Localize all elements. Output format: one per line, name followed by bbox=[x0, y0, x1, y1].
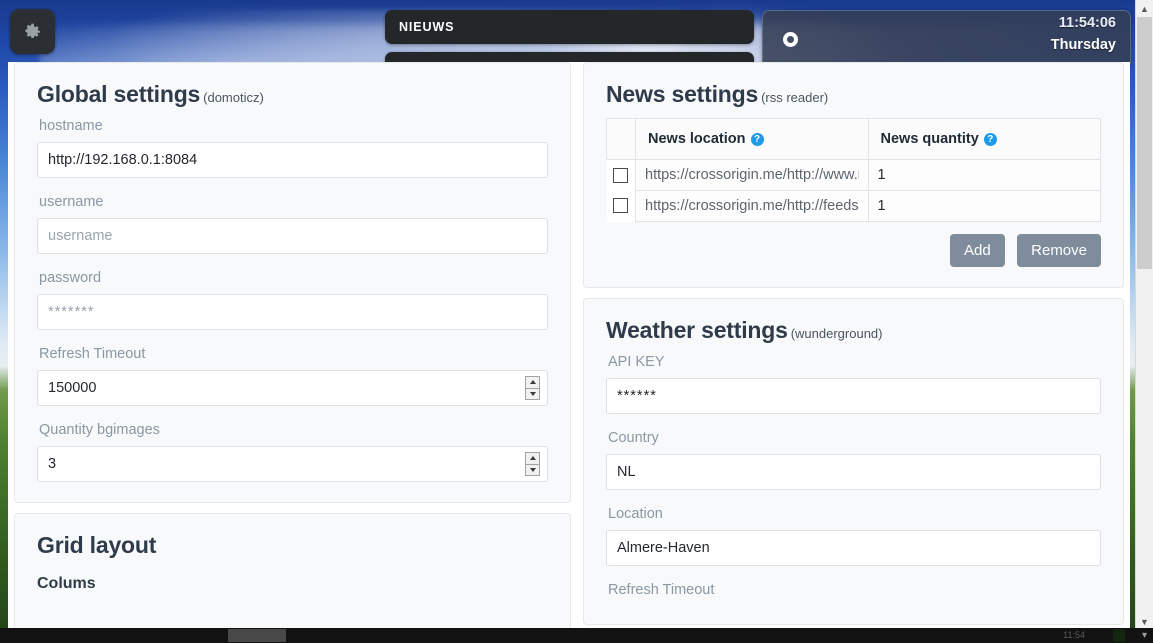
username-label: username bbox=[39, 194, 104, 210]
clock-widget[interactable]: 11:54:06 Thursday bbox=[762, 10, 1131, 68]
vertical-scrollbar[interactable]: ▲ ▼ bbox=[1135, 0, 1153, 630]
row-checkbox[interactable] bbox=[613, 167, 629, 183]
clock-day: Thursday bbox=[1050, 37, 1116, 53]
refresh-timeout-spinner[interactable] bbox=[525, 376, 540, 400]
news-location-header-text: News location bbox=[648, 131, 746, 147]
horizontal-scrollbar-thumb[interactable] bbox=[228, 629, 286, 642]
password-input[interactable] bbox=[37, 294, 548, 330]
row-checkbox[interactable] bbox=[613, 198, 629, 214]
vertical-scrollbar-thumb[interactable] bbox=[1137, 17, 1152, 269]
grid-layout-card: Grid layout Colums bbox=[14, 513, 571, 630]
news-quantity-header-text: News quantity bbox=[880, 131, 979, 147]
circle-ring-icon bbox=[783, 32, 798, 47]
news-widget-label: NIEUWS bbox=[399, 20, 455, 34]
weather-refresh-timeout-label: Refresh Timeout bbox=[608, 582, 715, 598]
news-location-cell[interactable] bbox=[635, 190, 869, 222]
quantity-bgimages-label: Quantity bgimages bbox=[39, 422, 160, 438]
location-label: Location bbox=[608, 506, 663, 522]
api-key-input[interactable] bbox=[606, 378, 1101, 414]
tray-indicator bbox=[1113, 629, 1125, 642]
taskbar-clock: 11:54 bbox=[1063, 630, 1085, 640]
add-button[interactable]: Add bbox=[949, 234, 1005, 267]
global-settings-title-text: Global settings bbox=[37, 81, 201, 107]
news-widget-tile[interactable]: NIEUWS bbox=[385, 10, 754, 44]
news-settings-title-text: News settings bbox=[606, 81, 759, 107]
row-select-cell[interactable] bbox=[606, 190, 636, 222]
news-quantity-input[interactable] bbox=[868, 160, 1100, 190]
password-label: password bbox=[39, 270, 102, 286]
table-row bbox=[606, 190, 1101, 222]
spinner-down-icon[interactable] bbox=[525, 387, 540, 400]
news-location-header: News location? bbox=[635, 118, 869, 160]
clock-time: 11:54:06 bbox=[1058, 15, 1116, 31]
table-row bbox=[606, 159, 1101, 191]
settings-overlay: Global settings(domoticz) hostname usern… bbox=[8, 62, 1130, 630]
global-settings-card: Global settings(domoticz) hostname usern… bbox=[14, 62, 571, 503]
scroll-up-arrow-icon[interactable]: ▲ bbox=[1136, 0, 1153, 17]
help-icon[interactable]: ? bbox=[750, 133, 764, 146]
gear-icon bbox=[24, 23, 40, 38]
refresh-timeout-stepper[interactable] bbox=[37, 370, 548, 406]
weather-settings-title-text: Weather settings bbox=[606, 317, 788, 343]
news-location-cell[interactable] bbox=[635, 159, 869, 191]
country-label: Country bbox=[608, 430, 659, 446]
quantity-bgimages-input[interactable] bbox=[37, 446, 548, 482]
news-table-body bbox=[606, 159, 1101, 222]
columns-label: Colums bbox=[37, 575, 96, 592]
news-table-head: News location? News quantity? bbox=[606, 118, 1101, 160]
quantity-bgimages-spinner[interactable] bbox=[525, 452, 540, 476]
refresh-timeout-input[interactable] bbox=[37, 370, 548, 406]
hostname-input[interactable] bbox=[37, 142, 548, 178]
refresh-timeout-label: Refresh Timeout bbox=[39, 346, 146, 362]
news-table-select-header bbox=[606, 118, 636, 160]
settings-column-right: News settings (rss reader) News location?… bbox=[583, 62, 1124, 630]
location-input[interactable] bbox=[606, 530, 1101, 566]
news-quantity-cell[interactable] bbox=[867, 190, 1101, 222]
news-settings-title: News settings (rss reader) bbox=[606, 81, 1101, 108]
news-table-header-row: News location? News quantity? bbox=[606, 118, 1101, 160]
news-settings-card: News settings (rss reader) News location?… bbox=[583, 62, 1124, 288]
global-settings-title: Global settings (domoticz) bbox=[37, 81, 548, 108]
news-location-input[interactable] bbox=[636, 191, 868, 221]
news-settings-subtitle: (rss reader) bbox=[761, 90, 829, 105]
remove-button[interactable]: Remove bbox=[1017, 234, 1101, 267]
hostname-label: hostname bbox=[39, 118, 103, 134]
spinner-up-icon[interactable] bbox=[525, 376, 540, 388]
taskbar[interactable]: 11:54 ▾ bbox=[0, 628, 1153, 643]
settings-column-left: Global settings(domoticz) hostname usern… bbox=[14, 62, 571, 630]
news-locations-table: News location? News quantity? bbox=[606, 118, 1101, 222]
row-select-cell[interactable] bbox=[606, 159, 636, 191]
news-quantity-header: News quantity? bbox=[867, 118, 1101, 160]
settings-gear-button[interactable] bbox=[10, 9, 55, 54]
weather-settings-card: Weather settings(wunderground) API KEY C… bbox=[583, 298, 1124, 625]
global-settings-subtitle: (domoticz) bbox=[203, 90, 264, 105]
grid-layout-title: Grid layout bbox=[37, 532, 157, 558]
api-key-label: API KEY bbox=[608, 354, 665, 370]
username-input[interactable] bbox=[37, 218, 548, 254]
weather-settings-subtitle: (wunderground) bbox=[790, 326, 883, 341]
country-input[interactable] bbox=[606, 454, 1101, 490]
weather-settings-title: Weather settings (wunderground) bbox=[606, 317, 1101, 344]
desktop-root: NIEUWS 11:54:06 Thursday Global settings… bbox=[0, 0, 1153, 643]
news-table-actions: Add Remove bbox=[606, 234, 1101, 267]
spinner-down-icon[interactable] bbox=[525, 463, 540, 476]
news-quantity-cell[interactable] bbox=[867, 159, 1101, 191]
help-icon[interactable]: ? bbox=[983, 133, 997, 146]
tray-chevron-down-icon[interactable]: ▾ bbox=[1142, 628, 1147, 643]
spinner-up-icon[interactable] bbox=[525, 452, 540, 464]
news-quantity-input[interactable] bbox=[868, 191, 1100, 221]
news-location-input[interactable] bbox=[636, 160, 868, 190]
quantity-bgimages-stepper[interactable] bbox=[37, 446, 548, 482]
